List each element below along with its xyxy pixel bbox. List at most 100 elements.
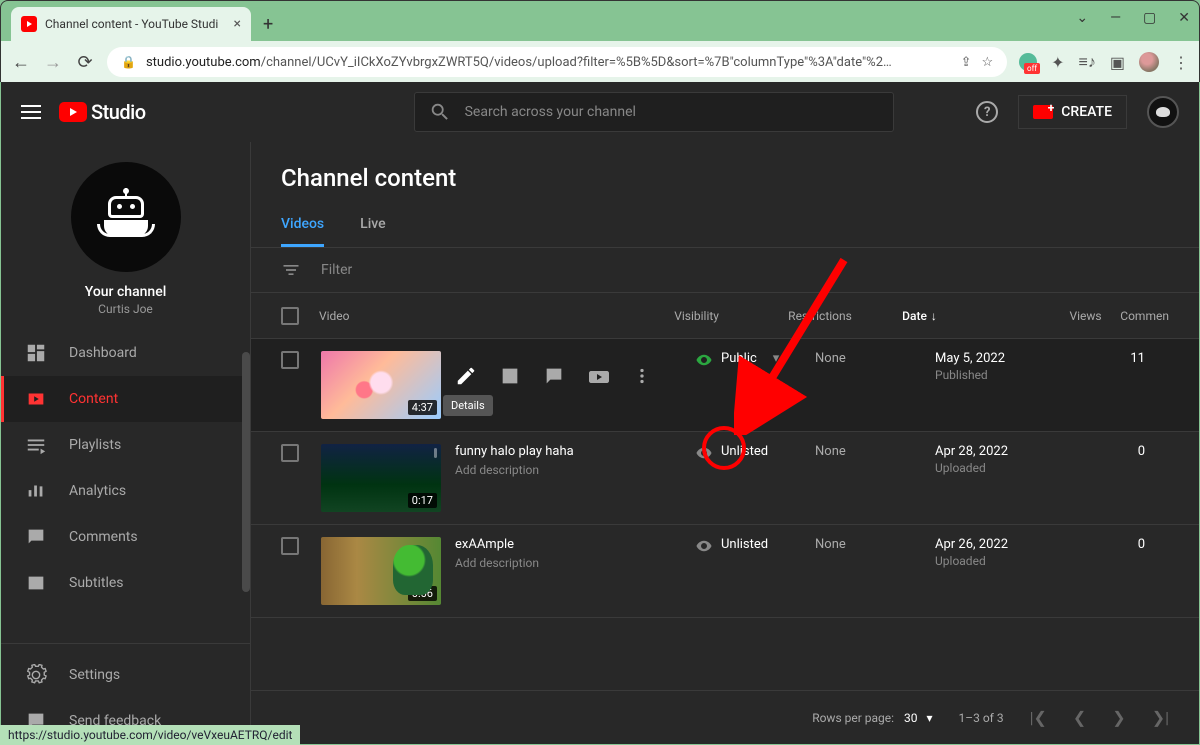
- row-checkbox[interactable]: [281, 351, 299, 369]
- scrollbar-thumb[interactable]: [242, 352, 250, 592]
- edit-details-icon[interactable]: Details: [455, 365, 477, 387]
- video-description[interactable]: Add description: [455, 463, 574, 477]
- table-row[interactable]: 4:37 Details: [251, 339, 1199, 432]
- close-window-icon[interactable]: ✕: [1178, 10, 1190, 26]
- maximize-icon[interactable]: ▢: [1143, 10, 1156, 26]
- visibility-label: Unlisted: [721, 444, 768, 459]
- sidebar-item-settings[interactable]: Settings: [1, 652, 250, 698]
- help-icon[interactable]: ?: [976, 101, 998, 123]
- youtube-favicon: [21, 16, 37, 32]
- page-title: Channel content: [251, 142, 1199, 204]
- video-thumbnail[interactable]: 0:06: [321, 537, 441, 605]
- extension-icon[interactable]: off: [1019, 53, 1037, 71]
- first-page-icon[interactable]: |❮: [1030, 708, 1047, 727]
- nav-label: Dashboard: [69, 345, 137, 361]
- profile-avatar[interactable]: [1139, 52, 1159, 72]
- filter-icon: [281, 260, 301, 280]
- lock-icon[interactable]: 🔒: [121, 55, 136, 69]
- nav-label: Analytics: [69, 483, 126, 499]
- nav-label: Settings: [69, 667, 120, 683]
- tab-videos[interactable]: Videos: [281, 204, 324, 247]
- prev-page-icon[interactable]: ❮: [1073, 708, 1086, 727]
- table-row[interactable]: 0:17 funny halo play haha Add descriptio…: [251, 432, 1199, 525]
- tab-close-icon[interactable]: ×: [234, 16, 241, 32]
- rows-per-page-select[interactable]: 30 ▾: [904, 711, 932, 725]
- share-icon[interactable]: ⇪: [961, 55, 972, 70]
- sidebar-item-analytics[interactable]: Analytics: [1, 468, 250, 514]
- comments-icon[interactable]: [543, 365, 565, 387]
- puzzle-extensions-icon[interactable]: ✦: [1051, 53, 1064, 72]
- minimize-icon[interactable]: —: [1110, 10, 1121, 26]
- tab-strip: Channel content - YouTube Studi × +: [1, 1, 1199, 41]
- new-tab-button[interactable]: +: [251, 8, 285, 41]
- browser-chrome: Channel content - YouTube Studi × + ⌄ — …: [0, 0, 1200, 82]
- row-checkbox[interactable]: [281, 444, 299, 462]
- search-input[interactable]: Search across your channel: [414, 92, 894, 132]
- browser-tab[interactable]: Channel content - YouTube Studi ×: [11, 7, 251, 41]
- youtube-icon[interactable]: [587, 365, 609, 387]
- rows-per-page-label: Rows per page:: [812, 711, 894, 725]
- reading-list-icon[interactable]: ≡♪: [1079, 52, 1096, 72]
- nav-label: Comments: [69, 529, 138, 545]
- views-value: 0: [1075, 537, 1145, 605]
- content-tabs: Videos Live: [251, 204, 1199, 248]
- col-comments[interactable]: Commen: [1102, 309, 1169, 323]
- playlists-icon: [25, 434, 47, 456]
- video-description[interactable]: Add description: [455, 556, 539, 570]
- row-hover-actions: Details: [455, 365, 653, 387]
- analytics-icon[interactable]: [499, 365, 521, 387]
- sidebar-item-playlists[interactable]: Playlists: [1, 422, 250, 468]
- video-thumbnail[interactable]: 0:17: [321, 444, 441, 512]
- tab-live[interactable]: Live: [360, 204, 385, 247]
- sidebar-item-comments[interactable]: Comments: [1, 514, 250, 560]
- details-tooltip: Details: [443, 395, 493, 416]
- sort-down-icon: ↓: [931, 309, 937, 323]
- studio-logo[interactable]: Studio: [59, 100, 146, 124]
- dropdown-caret-icon[interactable]: ▾: [773, 351, 780, 366]
- more-options-icon[interactable]: [631, 365, 653, 387]
- sidebar-item-content[interactable]: Content: [1, 376, 250, 422]
- next-page-icon[interactable]: ❯: [1112, 708, 1125, 727]
- reload-button[interactable]: ⟳: [75, 52, 95, 73]
- create-button[interactable]: CREATE: [1018, 95, 1127, 129]
- tab-title: Channel content - YouTube Studi: [45, 17, 218, 31]
- last-page-icon[interactable]: ❯|: [1152, 708, 1169, 727]
- col-video[interactable]: Video: [319, 309, 674, 323]
- video-thumbnail[interactable]: 4:37: [321, 351, 441, 419]
- create-label: CREATE: [1061, 104, 1112, 120]
- col-date[interactable]: Date↓: [902, 309, 1035, 323]
- table-row[interactable]: 0:06 exAAmple Add description Unlisted N…: [251, 525, 1199, 618]
- window-controls: ⌄ — ▢ ✕: [1076, 10, 1190, 26]
- bookmark-icon[interactable]: ☆: [981, 55, 993, 70]
- date-value: Apr 26, 2022: [935, 537, 1075, 552]
- chrome-menu-icon[interactable]: ⋮: [1173, 53, 1189, 72]
- date-status: Uploaded: [935, 554, 1075, 568]
- filter-bar[interactable]: Filter: [251, 248, 1199, 293]
- sidebar-item-subtitles[interactable]: Subtitles: [1, 560, 250, 606]
- select-all-checkbox[interactable]: [281, 307, 299, 325]
- account-avatar[interactable]: [1147, 96, 1179, 128]
- sidebar-item-dashboard[interactable]: Dashboard: [1, 330, 250, 376]
- visibility-public-icon: [695, 351, 713, 369]
- channel-title: Your channel: [1, 284, 250, 300]
- forward-button: →: [43, 52, 63, 73]
- restrictions-value: None: [815, 444, 935, 512]
- row-checkbox[interactable]: [281, 537, 299, 555]
- col-views[interactable]: Views: [1035, 309, 1101, 323]
- subtitles-icon: [25, 572, 47, 594]
- visibility-label: Unlisted: [721, 537, 768, 552]
- back-button[interactable]: ←: [11, 52, 31, 73]
- video-duration: 0:06: [408, 586, 437, 601]
- side-panel-icon[interactable]: ▣: [1110, 53, 1125, 72]
- youtube-play-icon: [59, 102, 87, 122]
- channel-avatar[interactable]: [71, 162, 181, 272]
- toolbar-icons: off ✦ ≡♪ ▣ ⋮: [1019, 52, 1189, 72]
- col-visibility[interactable]: Visibility: [674, 309, 788, 323]
- restrictions-value: None: [815, 351, 935, 419]
- hamburger-menu-icon[interactable]: [21, 101, 41, 123]
- visibility-label[interactable]: Public: [721, 351, 757, 366]
- url-input[interactable]: 🔒 studio.youtube.com/channel/UCvY_iICkXo…: [107, 47, 1007, 77]
- nav-label: Subtitles: [69, 575, 124, 591]
- col-restrictions[interactable]: Restrictions: [788, 309, 902, 323]
- chevron-down-icon[interactable]: ⌄: [1076, 10, 1088, 26]
